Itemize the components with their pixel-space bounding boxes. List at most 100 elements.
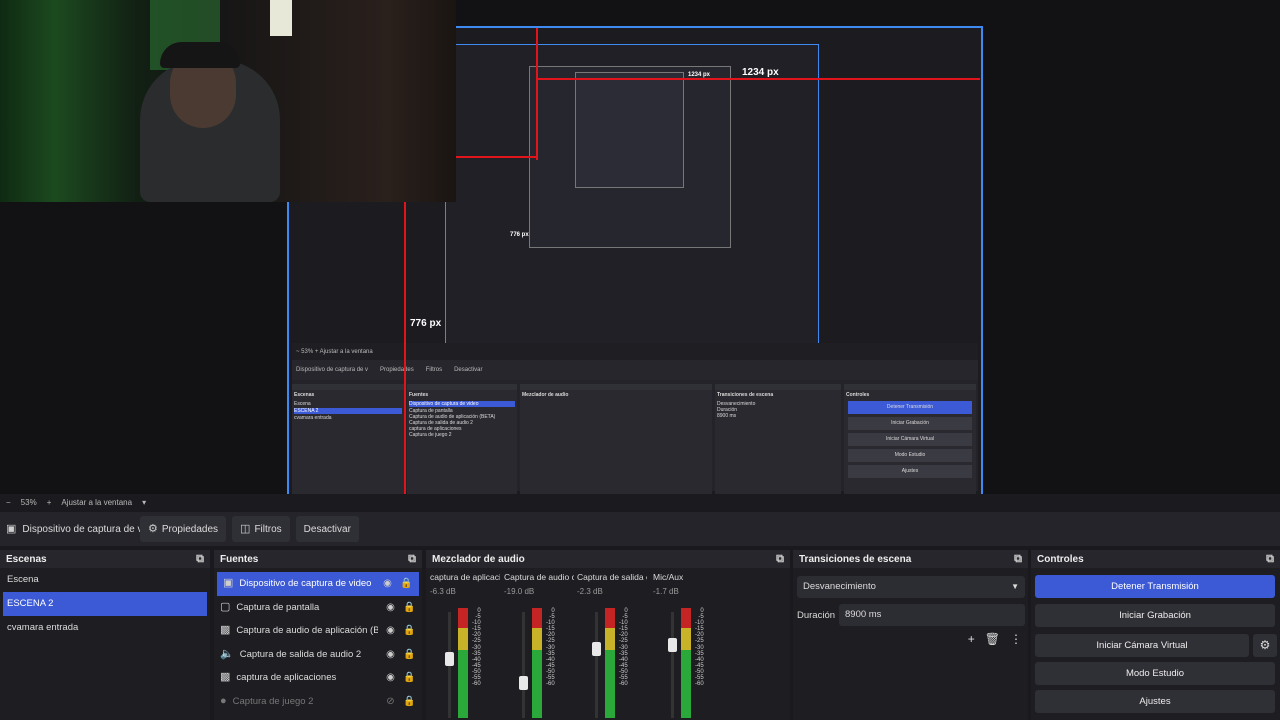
nested-control: Ajustes <box>848 465 972 478</box>
nested-source: Dispositivo de captura de video <box>409 401 515 407</box>
undock-icon[interactable]: ⧉ <box>408 553 416 565</box>
webcam-source[interactable] <box>0 0 456 202</box>
source-item[interactable]: ▩ captura de aplicaciones ◉ 🔒 <box>214 666 422 690</box>
source-label: Captura de pantalla <box>236 601 320 613</box>
trash-icon[interactable]: 🗑 <box>985 632 1000 646</box>
guide-horizontal <box>536 78 980 80</box>
lock-icon[interactable]: 🔒 <box>403 696 416 707</box>
inner-height-label: 776 px <box>510 232 529 238</box>
visibility-icon[interactable]: ◉ <box>384 625 397 636</box>
nested-ctx-properties: Propiedades <box>380 367 414 373</box>
channel-db: -1.7 dB <box>653 587 679 596</box>
sources-title: Fuentes <box>220 553 259 565</box>
source-item[interactable]: ▢ Captura de pantalla ◉ 🔒 <box>214 596 422 620</box>
transition-tools: + 🗑 ⋮ <box>968 632 1022 646</box>
deactivate-button[interactable]: Desactivar <box>295 516 359 542</box>
preview-area[interactable]: ~ 53% + Ajustar a la ventana Dispositivo… <box>0 0 1280 494</box>
nested-scenes: Escenas Escena ESCENA 2 cvamara entrada <box>292 384 404 494</box>
level-meter <box>605 608 615 718</box>
add-icon[interactable]: + <box>968 632 975 646</box>
chevron-down-icon: ▼ <box>1011 582 1019 591</box>
source-item[interactable]: ▩ Captura de audio de aplicación (BETA) … <box>214 619 422 643</box>
scene-item[interactable]: cvamara entrada <box>0 616 210 640</box>
volume-slider-handle[interactable] <box>668 638 677 652</box>
mixer-channel: Captura de audio c -19.0 dB 0 -5 -10 -15 -20… <box>504 572 574 720</box>
scene-item[interactable]: Escena <box>0 568 210 592</box>
source-item-selected[interactable]: ▣ Dispositivo de captura de video ◉ 🔒 <box>217 572 419 596</box>
start-virtual-camera-button[interactable]: Iniciar Cámara Virtual <box>1035 634 1249 657</box>
lock-icon[interactable]: 🔒 <box>403 602 416 613</box>
undock-icon[interactable]: ⧉ <box>776 553 784 565</box>
mixer-channel: Mic/Aux -1.7 dB 0 -5 -10 -15 -20 -25 -30 -35 -40… <box>653 572 723 720</box>
source-label: Dispositivo de captura de video <box>239 578 372 590</box>
scene-item-selected[interactable]: ESCENA 2 <box>3 592 207 616</box>
guide-width-label: 1234 px <box>742 67 779 78</box>
source-item-hidden[interactable]: ● Captura de juego 2 ⊘ 🔒 <box>214 690 422 714</box>
mixer-title: Mezclador de audio <box>432 553 525 565</box>
source-item[interactable]: 🔈 Captura de salida de audio 2 ◉ 🔒 <box>214 643 422 667</box>
camera-icon: ▣ <box>223 577 234 590</box>
stop-stream-button[interactable]: Detener Transmisión <box>1035 575 1275 598</box>
volume-slider-handle[interactable] <box>519 676 528 690</box>
channel-db: -19.0 dB <box>504 587 535 596</box>
context-bar: ▣ Dispositivo de captura de v ⚙ Propieda… <box>0 512 1280 546</box>
lock-icon[interactable]: 🔒 <box>403 625 416 636</box>
settings-button[interactable]: Ajustes <box>1035 690 1275 713</box>
volume-slider-track[interactable] <box>595 612 598 718</box>
duration-label: Duración <box>797 610 836 621</box>
duration-input[interactable]: 8900 ms <box>839 604 1025 626</box>
monitor-icon: ▢ <box>220 600 231 613</box>
lock-icon[interactable]: 🔒 <box>403 672 416 683</box>
studio-mode-button[interactable]: Modo Estudio <box>1035 662 1275 685</box>
nested-controls-title: Controles <box>846 392 870 398</box>
volume-slider-handle[interactable] <box>445 652 454 666</box>
deactivate-label: Desactivar <box>303 523 351 535</box>
nested-scene: cvamara entrada <box>294 415 332 421</box>
channel-db: -2.3 dB <box>577 587 603 596</box>
nested-control: Modo Estudio <box>848 449 972 462</box>
transition-selected: Desvanecimiento <box>803 581 876 592</box>
lock-icon[interactable]: 🔒 <box>403 649 416 660</box>
level-meter <box>532 608 542 718</box>
mixer-header: Mezclador de audio ⧉ <box>426 550 790 568</box>
more-icon[interactable]: ⋮ <box>1010 632 1022 646</box>
start-recording-button[interactable]: Iniciar Grabación <box>1035 604 1275 627</box>
nested-scenes-title: Escenas <box>294 392 315 398</box>
zoom-in-button[interactable]: + <box>47 498 52 507</box>
nested-control: Detener Transmisión <box>848 401 972 414</box>
visibility-icon[interactable]: ◉ <box>384 649 397 660</box>
transition-select[interactable]: Desvanecimiento ▼ <box>797 576 1025 598</box>
webcam-cap <box>160 42 240 68</box>
visibility-icon[interactable]: ◉ <box>384 602 397 613</box>
nested-scene: Escena <box>294 401 311 407</box>
zoom-out-button[interactable]: − <box>6 498 11 507</box>
nested-obs-ui: ~ 53% + Ajustar a la ventana Dispositivo… <box>292 343 978 494</box>
nested-sources-title: Fuentes <box>409 392 429 398</box>
nested-trans-title: Transiciones de escena <box>717 392 774 398</box>
hidden-icon[interactable]: ⊘ <box>384 696 397 707</box>
volume-slider-handle[interactable] <box>592 642 601 656</box>
window-icon: ▩ <box>220 624 231 637</box>
nested-context-bar: Dispositivo de captura de v Propiedades … <box>292 360 978 380</box>
channel-name: captura de aplicaci <box>430 572 500 582</box>
nested-transitions: Transiciones de escena Desvanecimiento D… <box>715 384 841 494</box>
visibility-icon[interactable]: ◉ <box>381 578 394 589</box>
controls-dock: Controles ⧉ Detener Transmisión Iniciar … <box>1031 550 1280 720</box>
speaker-icon: 🔈 <box>220 647 234 660</box>
filters-button[interactable]: ◫ Filtros <box>232 516 290 542</box>
selected-source-name: Dispositivo de captura de v <box>22 523 140 535</box>
gear-icon: ⚙ <box>148 522 158 535</box>
zoom-dropdown[interactable]: ▾ <box>142 498 146 507</box>
lock-icon[interactable]: 🔒 <box>400 578 413 589</box>
virtual-camera-settings-icon[interactable]: ⚙ <box>1253 634 1277 657</box>
channel-name: Mic/Aux <box>653 572 684 582</box>
volume-slider-track[interactable] <box>671 612 674 718</box>
undock-icon[interactable]: ⧉ <box>1266 553 1274 565</box>
undock-icon[interactable]: ⧉ <box>1014 553 1022 565</box>
undock-icon[interactable]: ⧉ <box>196 553 204 565</box>
source-label: Captura de juego 2 <box>232 695 314 707</box>
visibility-icon[interactable]: ◉ <box>384 672 397 683</box>
fit-to-window[interactable]: Ajustar a la ventana <box>61 498 132 507</box>
volume-slider-track[interactable] <box>522 612 525 718</box>
properties-button[interactable]: ⚙ Propiedades <box>140 516 227 542</box>
